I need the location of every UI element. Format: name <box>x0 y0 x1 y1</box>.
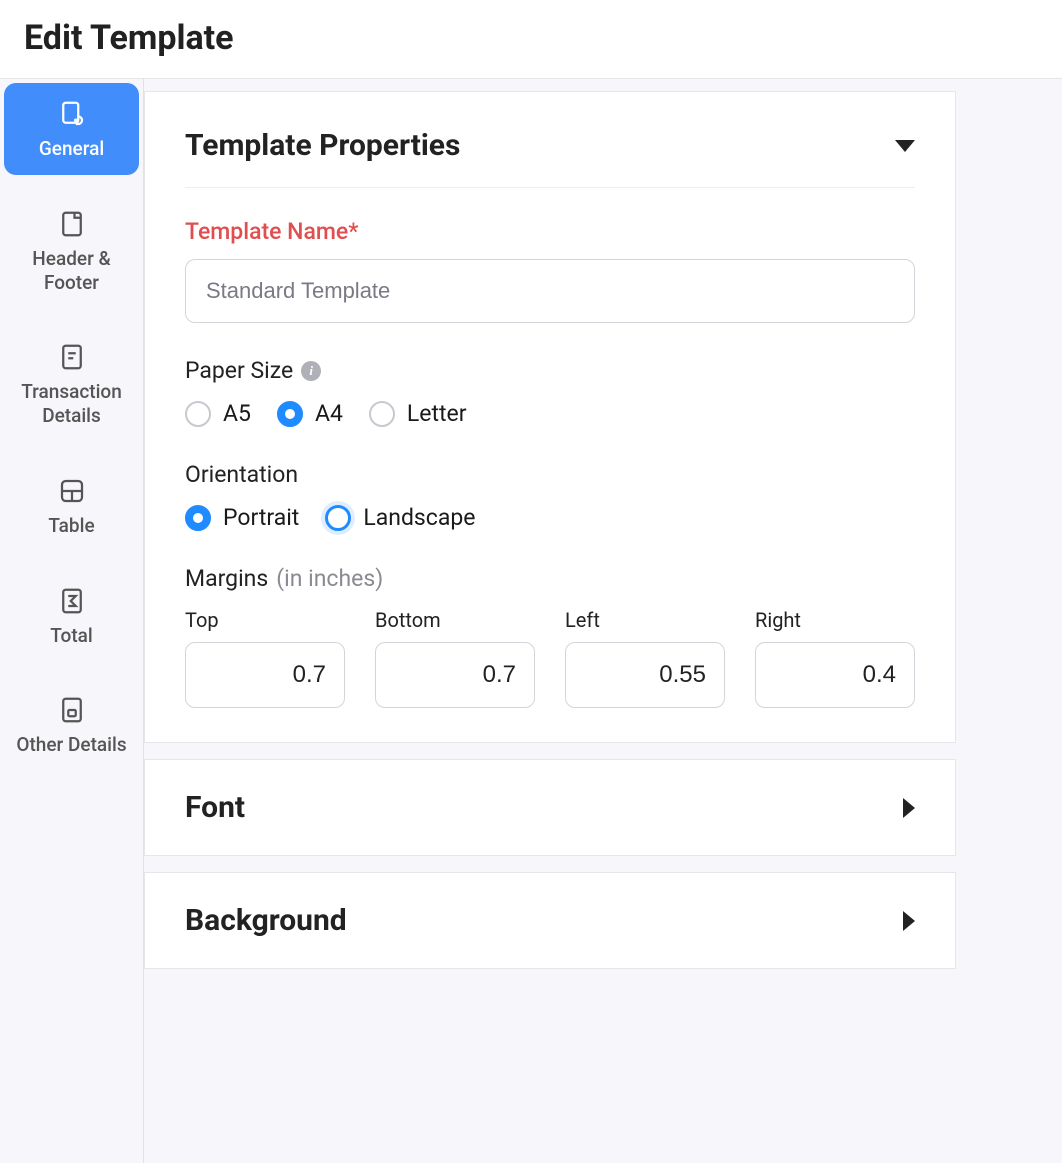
margin-label: Bottom <box>375 608 535 632</box>
info-icon[interactable]: i <box>301 361 321 381</box>
sidebar-item-header-footer[interactable]: Header & Footer <box>4 193 139 309</box>
margin-label: Left <box>565 608 725 632</box>
paper-size-a5[interactable]: A5 <box>185 400 251 427</box>
sidebar-item-label: Total <box>50 624 92 648</box>
sidebar-item-label: General <box>39 137 104 161</box>
margin-top: Top <box>185 608 345 708</box>
orientation-section: Orientation Portrait Landscape <box>185 461 915 531</box>
page-header: Edit Template <box>0 0 1062 79</box>
margins-row: Top Bottom Left <box>185 608 915 708</box>
margin-label: Top <box>185 608 345 632</box>
page-title: Edit Template <box>24 18 1038 58</box>
radio-label: Landscape <box>363 504 475 531</box>
paper-size-label: Paper Size i <box>185 357 915 384</box>
radio-icon <box>185 401 211 427</box>
card-title: Template Properties <box>185 128 460 163</box>
font-section[interactable]: Font <box>144 759 956 856</box>
paper-size-section: Paper Size i A5 A4 <box>185 357 915 427</box>
sidebar-item-total[interactable]: Total <box>4 570 139 662</box>
paper-size-a4[interactable]: A4 <box>277 400 343 427</box>
radio-icon <box>185 505 211 531</box>
sidebar-item-general[interactable]: General <box>4 83 139 175</box>
margin-left: Left <box>565 608 725 708</box>
radio-icon <box>369 401 395 427</box>
margin-bottom: Bottom <box>375 608 535 708</box>
card-header[interactable]: Template Properties <box>185 128 915 188</box>
other-details-icon <box>57 695 87 725</box>
header-footer-icon <box>57 209 87 239</box>
paper-size-options: A5 A4 Letter <box>185 400 915 427</box>
margins-label-text: Margins <box>185 565 268 592</box>
radio-label: Portrait <box>223 504 299 531</box>
margin-bottom-input[interactable] <box>375 642 535 708</box>
sidebar-item-label: Table <box>48 514 94 538</box>
background-section[interactable]: Background <box>144 872 956 969</box>
margins-label: Margins (in inches) <box>185 565 915 592</box>
sidebar-item-table[interactable]: Table <box>4 460 139 552</box>
radio-label: A5 <box>223 400 251 427</box>
radio-label: A4 <box>315 400 343 427</box>
template-name-label: Template Name* <box>185 218 915 245</box>
orientation-label: Orientation <box>185 461 915 488</box>
template-properties-card: Template Properties Template Name* Paper… <box>144 91 956 743</box>
template-name-section: Template Name* <box>185 218 915 323</box>
radio-icon <box>325 505 351 531</box>
sidebar: General Header & Footer Transaction Deta… <box>0 79 143 1163</box>
sidebar-item-label: Transaction Details <box>10 380 133 428</box>
background-title: Background <box>185 903 347 938</box>
margins-unit: (in inches) <box>276 565 383 592</box>
chevron-down-icon <box>895 140 915 152</box>
sidebar-item-transaction-details[interactable]: Transaction Details <box>4 326 139 442</box>
margin-right-input[interactable] <box>755 642 915 708</box>
transaction-icon <box>57 342 87 372</box>
margins-section: Margins (in inches) Top Bottom <box>185 565 915 708</box>
orientation-landscape[interactable]: Landscape <box>325 504 475 531</box>
layout: General Header & Footer Transaction Deta… <box>0 79 1062 1163</box>
margin-label: Right <box>755 608 915 632</box>
margin-right: Right <box>755 608 915 708</box>
orientation-portrait[interactable]: Portrait <box>185 504 299 531</box>
sidebar-item-other-details[interactable]: Other Details <box>4 679 139 771</box>
chevron-right-icon <box>903 911 915 931</box>
main-panel: Template Properties Template Name* Paper… <box>143 79 1062 1163</box>
radio-label: Letter <box>407 400 467 427</box>
orientation-options: Portrait Landscape <box>185 504 915 531</box>
font-title: Font <box>185 790 245 825</box>
margin-top-input[interactable] <box>185 642 345 708</box>
margin-left-input[interactable] <box>565 642 725 708</box>
template-name-input[interactable] <box>185 259 915 323</box>
radio-icon <box>277 401 303 427</box>
sidebar-item-label: Other Details <box>16 733 126 757</box>
table-icon <box>57 476 87 506</box>
total-icon <box>57 586 87 616</box>
general-icon <box>57 99 87 129</box>
paper-size-label-text: Paper Size <box>185 357 293 384</box>
sidebar-item-label: Header & Footer <box>10 247 133 295</box>
paper-size-letter[interactable]: Letter <box>369 400 467 427</box>
chevron-right-icon <box>903 798 915 818</box>
